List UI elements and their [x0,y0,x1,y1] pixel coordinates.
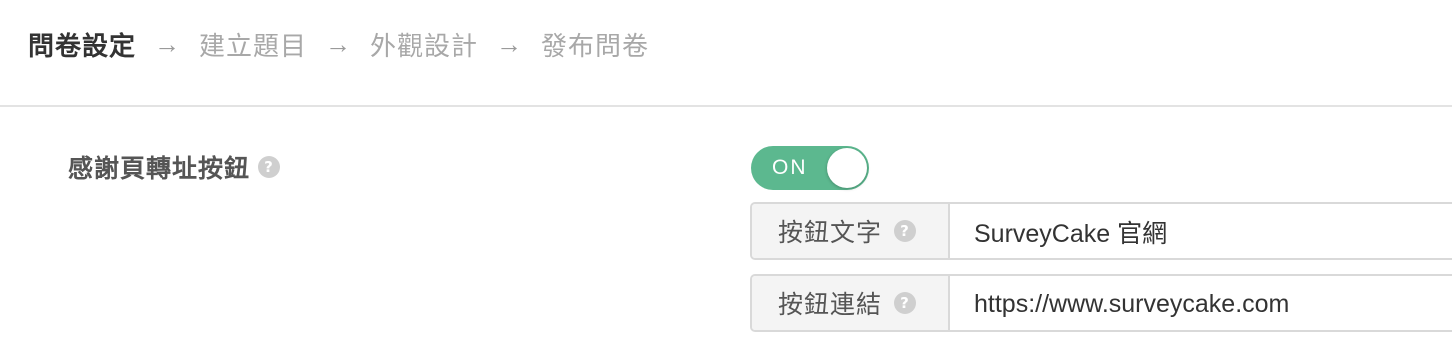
button-text-label: 按鈕文字 [778,219,883,247]
redirect-button-toggle[interactable]: ON [751,146,869,190]
button-text-group: 按鈕文字 ? [750,202,1452,260]
step-breadcrumb: 問卷設定 → 建立題目 → 外觀設計 → 發布問卷 [28,22,649,66]
arrow-right-icon: → [154,28,182,59]
arrow-right-icon: → [496,28,524,59]
step-survey-settings[interactable]: 問卷設定 [28,26,136,63]
step-appearance-design[interactable]: 外觀設計 [370,26,478,63]
button-link-input[interactable] [950,276,1452,330]
help-icon[interactable]: ? [258,156,281,178]
help-icon[interactable]: ? [894,220,917,242]
button-link-group: 按鈕連結 ? [750,274,1452,332]
toggle-knob [827,148,867,188]
toggle-state-label: ON [772,156,808,179]
arrow-right-icon: → [325,28,353,59]
thank-you-redirect-setting: 感謝頁轉址按鈕 ? [68,148,281,186]
help-icon[interactable]: ? [894,292,917,314]
setting-label: 感謝頁轉址按鈕 [68,155,251,183]
header-divider [0,105,1452,107]
button-text-input[interactable] [950,204,1452,258]
button-link-addon: 按鈕連結 ? [752,276,950,330]
step-create-questions[interactable]: 建立題目 [199,26,307,63]
step-publish-survey[interactable]: 發布問卷 [541,26,649,63]
button-link-label: 按鈕連結 [778,291,883,319]
survey-settings-page: 問卷設定 → 建立題目 → 外觀設計 → 發布問卷 感謝頁轉址按鈕 ? ON 按… [0,0,1452,352]
button-text-addon: 按鈕文字 ? [752,204,950,258]
